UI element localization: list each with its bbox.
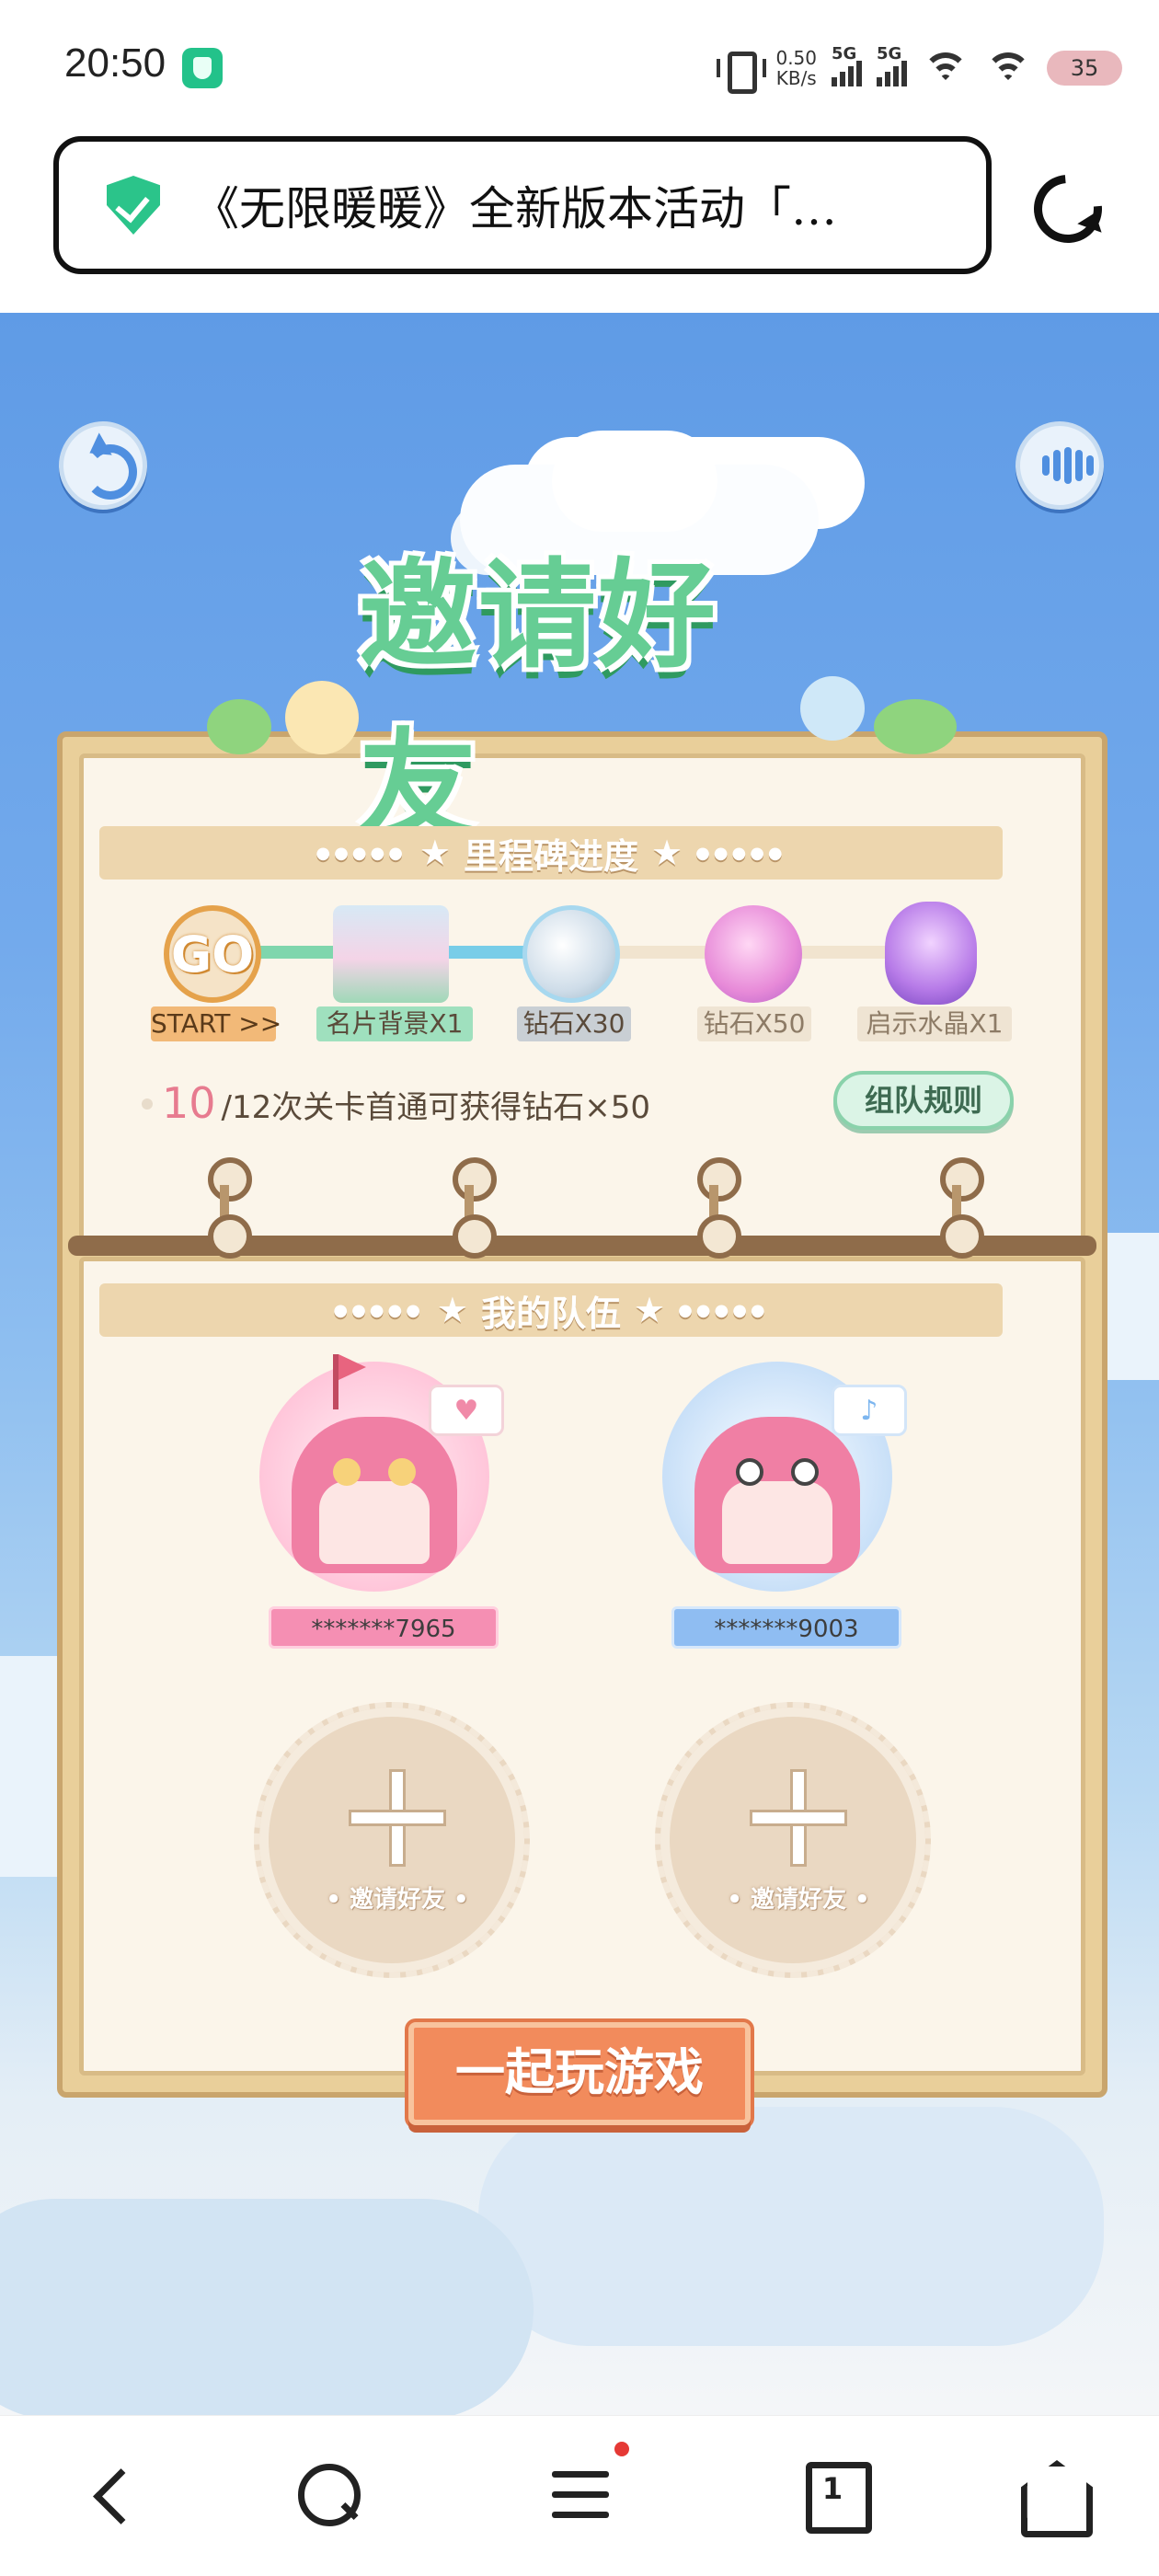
clock: 20:50 <box>64 40 166 86</box>
ribbon-dots: ●●●●● <box>678 1300 769 1320</box>
status-bar: 20:50 0.50 KB/s 5G 5G 35 <box>0 0 1159 138</box>
leaf-decoration <box>874 699 957 754</box>
team-heading: 我的队伍 <box>480 1293 621 1334</box>
milestone-label: 钻石X30 <box>517 1006 631 1041</box>
milestone-heading-ribbon: ●●●●● ★ 里程碑进度 ★ ●●●●● <box>99 826 1003 880</box>
star-icon: ★ <box>419 833 451 873</box>
member-name: *******9003 <box>671 1606 901 1649</box>
network-speed-unit: KB/s <box>775 67 817 89</box>
leader-flag-icon <box>333 1354 366 1409</box>
progress-text: 10 /12次关卡首通可获得钻石×50 <box>142 1078 651 1128</box>
milestone-label: 名片背景X1 <box>316 1006 473 1041</box>
plus-icon <box>351 1772 443 1864</box>
avatar-eye <box>333 1458 361 1486</box>
star-icon: ★ <box>651 833 683 873</box>
heart-icon: ♥ <box>429 1385 504 1436</box>
progress-track <box>616 946 717 959</box>
crystal-reward-icon <box>885 902 977 1005</box>
star-icon: ★ <box>634 1290 666 1330</box>
team-member[interactable]: ♪ *******9003 <box>644 1362 911 1656</box>
browser-bottom-nav: 1 <box>0 2415 1159 2576</box>
milestone-start-node: GO <box>164 905 261 1003</box>
binder-ring <box>936 1157 984 1259</box>
binder-ring <box>694 1157 741 1259</box>
signal-sim1-icon: 5G <box>832 44 862 86</box>
milestone-label: 钻石X50 <box>697 1006 811 1041</box>
member-name: *******7965 <box>269 1606 499 1649</box>
sim2-label: 5G <box>877 44 902 63</box>
reload-icon[interactable] <box>1019 160 1117 258</box>
flower-decoration <box>285 681 359 754</box>
invite-friend-slot[interactable]: • 邀请好友 • <box>254 1702 530 1978</box>
avatar-eye <box>388 1458 416 1486</box>
avatar <box>694 1417 860 1573</box>
diamond-reward-icon <box>522 905 620 1003</box>
tabs-count: 1 <box>821 2471 843 2506</box>
bullet <box>142 1098 153 1110</box>
cloud-decoration <box>552 431 717 532</box>
network-speed-value: 0.50 <box>775 47 817 69</box>
team-member[interactable]: ♥ *******7965 <box>241 1354 508 1656</box>
progress-description: /12次关卡首通可获得钻石×50 <box>221 1089 651 1126</box>
music-note-icon: ♪ <box>832 1385 907 1436</box>
home-icon[interactable] <box>1016 2458 1089 2532</box>
page-title: 《无限暖暖》全新版本活动「… <box>193 182 837 236</box>
flower-decoration <box>800 676 865 741</box>
wifi-secondary-icon <box>984 49 1032 87</box>
back-icon[interactable] <box>74 2458 147 2532</box>
binder-ring <box>204 1157 252 1259</box>
avatar <box>292 1417 457 1573</box>
avatar-eye <box>791 1458 819 1486</box>
ribbon-dots: ●●●●● <box>333 1300 424 1320</box>
milestone-heading: 里程碑进度 <box>463 835 638 877</box>
avatar-eye <box>736 1458 763 1486</box>
team-rules-button[interactable]: 组队规则 <box>833 1071 1014 1130</box>
milestone-label: START >> <box>151 1006 281 1041</box>
team-section <box>79 1257 1085 2076</box>
invite-friend-label: • 邀请好友 • <box>727 1886 870 1914</box>
milestone-label: 启示水晶X1 <box>857 1006 1012 1041</box>
shield-check-icon <box>107 176 160 235</box>
app-notification-icon <box>182 48 223 88</box>
plus-icon <box>752 1772 844 1864</box>
network-speed: 0.50 KB/s <box>775 48 817 88</box>
progress-current: 10 <box>162 1078 216 1128</box>
status-icons: 0.50 KB/s 5G 5G 35 <box>715 42 1122 94</box>
search-icon[interactable] <box>291 2458 364 2532</box>
signal-sim2-icon: 5G <box>877 44 907 86</box>
battery-indicator: 35 <box>1047 51 1122 86</box>
binder-ring <box>449 1157 497 1259</box>
back-arrow-icon[interactable] <box>59 421 147 510</box>
page-heading: 邀请好友 <box>359 547 718 855</box>
team-heading-ribbon: ●●●●● ★ 我的队伍 ★ ●●●●● <box>99 1283 1003 1337</box>
vibrate-icon <box>715 48 767 94</box>
milestone-start-text: GO <box>170 925 255 983</box>
ribbon-dots: ●●●●● <box>316 843 407 863</box>
play-together-button[interactable]: 一起玩游戏 <box>408 2022 751 2125</box>
invite-friend-label: • 邀请好友 • <box>326 1886 469 1914</box>
address-bar[interactable]: 《无限暖暖》全新版本活动「… <box>53 136 992 274</box>
menu-icon[interactable] <box>545 2442 629 2532</box>
sim1-label: 5G <box>832 44 857 63</box>
namecard-reward-icon <box>333 905 449 1003</box>
wifi-icon <box>922 49 970 87</box>
invite-friend-slot[interactable]: • 邀请好友 • <box>655 1702 931 1978</box>
leaf-decoration <box>207 699 271 754</box>
cloud-decoration <box>0 2199 534 2415</box>
notification-dot <box>614 2442 629 2456</box>
star-icon: ★ <box>436 1290 468 1330</box>
ribbon-dots: ●●●●● <box>695 843 786 863</box>
cloud-decoration <box>478 2107 1104 2346</box>
music-icon[interactable] <box>1016 421 1104 510</box>
tabs-icon[interactable]: 1 <box>797 2458 872 2534</box>
diamond-reward-icon <box>705 905 802 1003</box>
